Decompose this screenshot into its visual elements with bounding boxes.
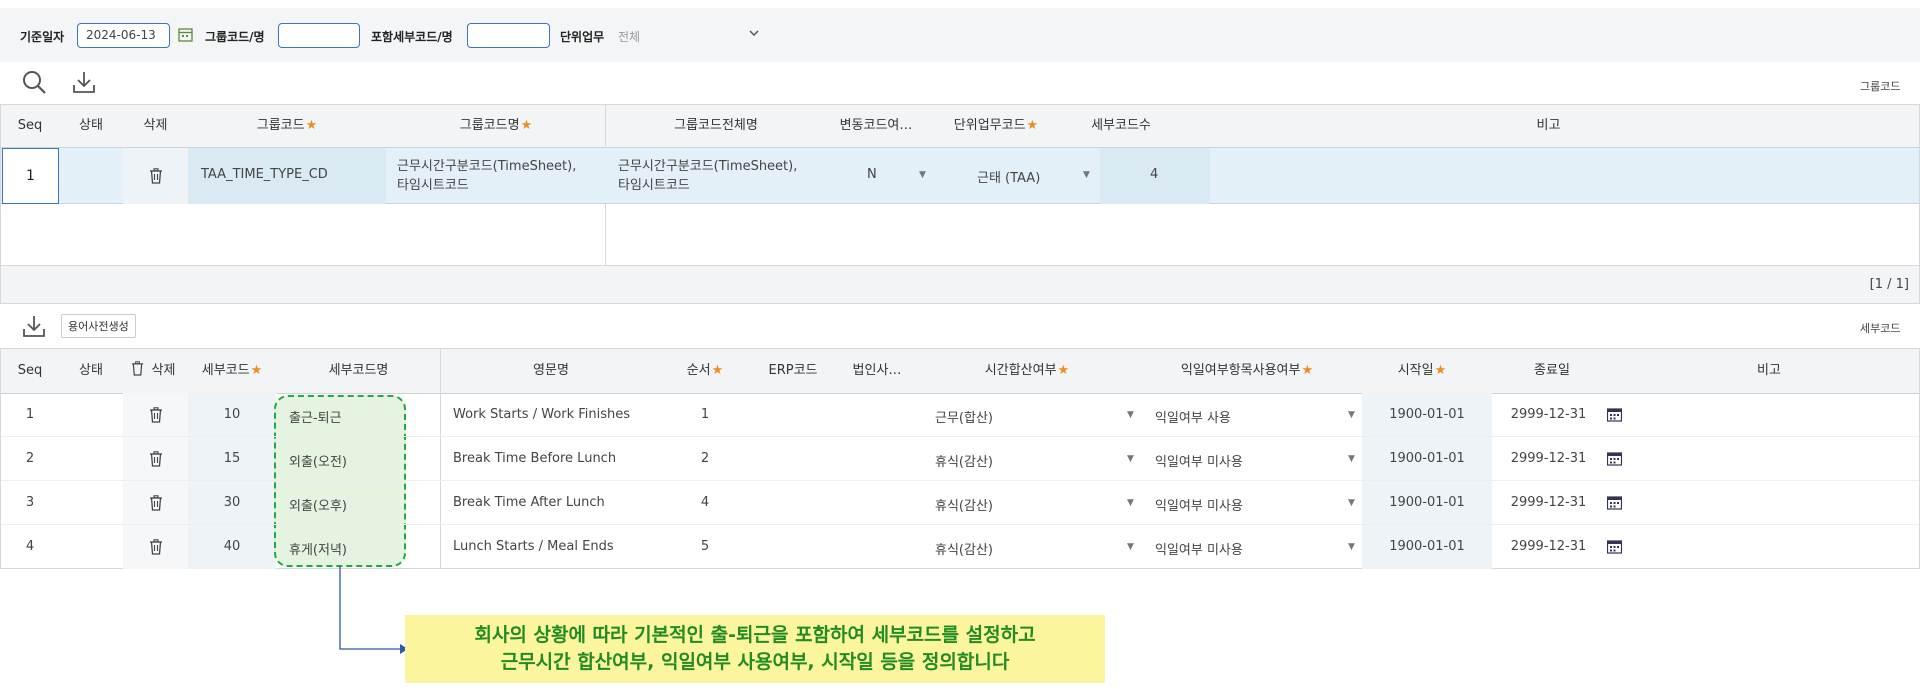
chevron-down-icon[interactable]: ▼: [1348, 410, 1355, 420]
unit-work-select[interactable]: 전체: [618, 23, 764, 48]
col-detail-count: 세부코드수: [1091, 118, 1151, 133]
detail-code-label: 포함세부코드/명: [371, 30, 453, 44]
group-grid-header: Seq 상태 삭제 그룹코드★ 그룹코드명★ 그룹코드전체명 변동코드여… 단위…: [1, 105, 1919, 148]
col-detail-code: 세부코드★: [201, 363, 263, 378]
detail-code-input[interactable]: [467, 23, 550, 48]
create-glossary-button[interactable]: 용어사전생성: [61, 314, 136, 338]
change-flag-cell[interactable]: N: [867, 167, 877, 182]
col-delete: 삭제: [118, 349, 188, 395]
detail-section-label: 세부코드: [1860, 322, 1901, 335]
col-end-date: 종료일: [1534, 363, 1570, 378]
col-erp-code: ERP코드: [768, 363, 818, 378]
unit-work-code-cell[interactable]: 근태 (TAA): [977, 167, 1040, 186]
group-code-input[interactable]: [278, 23, 360, 48]
group-section-label: 그룹코드: [1860, 80, 1901, 93]
table-row[interactable]: 4 40 휴게(저녁) Lunch Starts / Meal Ends 5 휴…: [1, 525, 1919, 569]
chevron-down-icon[interactable]: ▼: [1083, 170, 1090, 180]
row-seq-cell: 1: [2, 148, 59, 204]
trash-icon[interactable]: [131, 351, 144, 395]
calendar-picker-icon[interactable]: [1606, 407, 1623, 426]
search-filter-bar: 기준일자 2024-06-13 그룹코드/명 포함세부코드/명 단위업무 전체: [0, 8, 1920, 62]
search-icon[interactable]: [22, 70, 48, 100]
trash-icon[interactable]: [149, 539, 163, 559]
col-english-name: 영문명: [533, 363, 569, 378]
chevron-down-icon[interactable]: ▼: [1348, 542, 1355, 552]
col-status: 상태: [79, 118, 103, 133]
table-row[interactable]: 1 TAA_TIME_TYPE_CD 근무시간구분코드(TimeSheet), 타…: [1, 148, 1919, 204]
group-code-grid: Seq 상태 삭제 그룹코드★ 그룹코드명★ 그룹코드전체명 변동코드여… 단위…: [0, 104, 1920, 304]
col-note: 비고: [1757, 363, 1781, 378]
table-row[interactable]: 1 10 출근-퇴근 Work Starts / Work Finishes 1…: [1, 393, 1919, 437]
col-next-day: 익일여부항목사용여부★: [1180, 363, 1314, 378]
chevron-down-icon[interactable]: ▼: [1127, 498, 1134, 508]
pagination: [1 / 1]: [1869, 277, 1909, 292]
detail-count-cell: 4: [1150, 167, 1159, 182]
chevron-down-icon: [748, 27, 760, 42]
explanation-callout: 회사의 상황에 따라 기본적인 출-퇴근을 포함하여 세부코드를 설정하고 근무…: [405, 615, 1105, 683]
calendar-picker-icon[interactable]: [1606, 495, 1623, 514]
trash-icon[interactable]: [149, 451, 163, 471]
col-status: 상태: [79, 363, 103, 378]
col-order: 순서★: [686, 363, 724, 378]
col-seq: Seq: [17, 363, 43, 378]
col-group-code: 그룹코드★: [256, 118, 318, 133]
col-note: 비고: [1536, 118, 1561, 133]
chevron-down-icon[interactable]: ▼: [1127, 542, 1134, 552]
base-date-input[interactable]: 2024-06-13: [77, 23, 170, 48]
calendar-picker-icon[interactable]: [1606, 539, 1623, 558]
trash-icon[interactable]: [149, 495, 163, 515]
download-icon[interactable]: [22, 314, 46, 342]
group-name-cell[interactable]: 근무시간구분코드(TimeSheet), 타임시트코드: [397, 157, 576, 195]
calendar-picker-icon[interactable]: [1606, 451, 1623, 470]
chevron-down-icon[interactable]: ▼: [1348, 454, 1355, 464]
col-unit-work-code: 단위업무코드★: [953, 118, 1039, 133]
col-full-name: 그룹코드전체명: [674, 118, 758, 133]
unit-work-value: 전체: [618, 30, 641, 44]
calendar-icon[interactable]: [178, 27, 193, 46]
chevron-down-icon[interactable]: ▼: [1127, 410, 1134, 420]
chevron-down-icon[interactable]: ▼: [1348, 498, 1355, 508]
col-delete: 삭제: [143, 118, 168, 133]
col-change-flag: 변동코드여…: [839, 118, 913, 133]
table-row[interactable]: 2 15 외출(오전) Break Time Before Lunch 2 휴식…: [1, 437, 1919, 481]
download-icon[interactable]: [72, 70, 96, 98]
base-date-label: 기준일자: [20, 30, 65, 44]
col-detail-name: 세부코드명: [328, 363, 389, 378]
col-corp: 법인사…: [852, 363, 902, 378]
table-row[interactable]: 3 30 외출(오후) Break Time After Lunch 4 휴식(…: [1, 481, 1919, 525]
chevron-down-icon[interactable]: ▼: [919, 170, 926, 180]
detail-grid-header: Seq 상태 삭제 세부코드★ 세부코드명 영문명 순서★ ERP코드 법인사……: [1, 349, 1919, 394]
col-time-sum: 시간합산여부★: [984, 363, 1070, 378]
trash-icon[interactable]: [149, 407, 163, 427]
detail-code-grid: Seq 상태 삭제 세부코드★ 세부코드명 영문명 순서★ ERP코드 법인사……: [0, 348, 1920, 569]
callout-connector-arrow: [339, 566, 408, 654]
trash-icon[interactable]: [149, 168, 163, 188]
unit-work-label: 단위업무: [560, 30, 605, 44]
col-seq: Seq: [17, 118, 43, 133]
group-code-label: 그룹코드/명: [205, 30, 265, 44]
col-start-date: 시작일★: [1397, 363, 1447, 378]
chevron-down-icon[interactable]: ▼: [1127, 454, 1134, 464]
group-grid-footer: [1 / 1]: [1, 265, 1919, 303]
group-code-cell[interactable]: TAA_TIME_TYPE_CD: [201, 167, 328, 182]
full-name-cell[interactable]: 근무시간구분코드(TimeSheet), 타임시트코드: [618, 157, 797, 195]
col-group-name: 그룹코드명★: [459, 118, 533, 133]
